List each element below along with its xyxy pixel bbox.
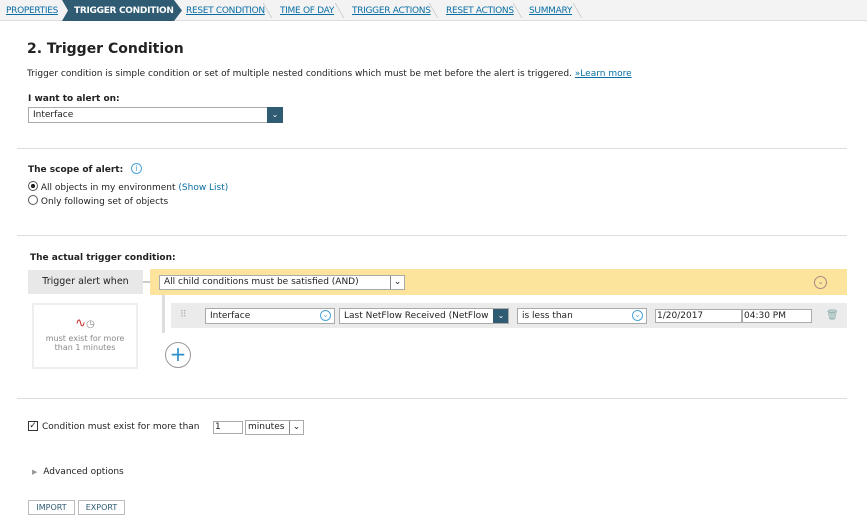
alert-on-label: I want to alert on: <box>28 94 120 104</box>
alert-on-select[interactable]: Interface ⌄ <box>28 107 283 123</box>
field-value: Last NetFlow Received (NetFlow <box>344 311 489 321</box>
chevron-down-icon: ⌄ <box>267 107 283 123</box>
collapse-icon[interactable]: ⌄ <box>814 276 827 289</box>
import-button[interactable]: IMPORT <box>28 500 75 515</box>
page-title: 2. Trigger Condition <box>27 41 184 57</box>
tree-line <box>162 295 165 333</box>
description: Trigger condition is simple condition or… <box>27 69 572 79</box>
scope-option-all[interactable]: All objects in my environment (Show List… <box>28 181 228 193</box>
group-logic-select[interactable]: All child conditions must be satisfied (… <box>159 275 405 290</box>
chevron-down-icon: ⌄ <box>493 309 508 323</box>
date-input[interactable]: 1/20/2017 <box>655 309 742 323</box>
divider <box>17 148 847 149</box>
advanced-options-label: Advanced options <box>43 467 124 477</box>
duration-unit-select[interactable]: minutes ⌄ <box>245 420 304 435</box>
trash-icon[interactable]: 🗑 <box>826 310 839 321</box>
object-value: Interface <box>210 311 251 321</box>
trigger-when-label: Trigger alert when <box>28 270 143 294</box>
step-properties[interactable]: PROPERTIES <box>6 0 58 21</box>
show-list-link[interactable]: (Show List) <box>178 183 228 193</box>
add-condition-button[interactable]: + <box>165 342 191 368</box>
group-logic-value: All child conditions must be satisfied (… <box>164 277 359 287</box>
drag-handle-icon[interactable]: ⠿ <box>180 310 187 320</box>
chevron-down-icon: ⌄ <box>289 421 303 434</box>
radio-checked[interactable] <box>28 181 38 191</box>
operator-select[interactable]: is less than ⌄ <box>517 308 647 324</box>
duration-input[interactable]: 1 <box>213 421 243 434</box>
learn-more-link[interactable]: »Learn more <box>575 69 632 79</box>
trigger-label: The actual trigger condition: <box>30 253 176 263</box>
alert-on-value: Interface <box>33 110 74 120</box>
field-select[interactable]: Last NetFlow Received (NetFlow ⌄ <box>339 308 509 324</box>
divider <box>17 398 847 399</box>
wizard-breadcrumb: PROPERTIES TRIGGER CONDITION RESET CONDI… <box>0 0 867 21</box>
chevron-down-icon: ⌄ <box>390 276 404 289</box>
radio-unchecked[interactable] <box>28 195 38 205</box>
duration-unit-value: minutes <box>248 422 285 432</box>
scope-option-following-label: Only following set of objects <box>40 197 169 207</box>
step-trigger-condition[interactable]: TRIGGER CONDITION <box>62 0 182 21</box>
chevron-down-icon: ⌄ <box>632 310 643 321</box>
caret-right-icon: ▶ <box>32 468 38 476</box>
summary-text: must exist for more than 1 minutes <box>45 334 125 352</box>
chevron-down-icon: ⌄ <box>320 310 331 321</box>
export-button[interactable]: EXPORT <box>78 500 125 515</box>
condition-exist-label: Condition must exist for more than <box>42 422 200 432</box>
scope-label: The scope of alert: <box>28 165 124 175</box>
divider <box>17 235 847 236</box>
scope-option-all-label: All objects in my environment <box>40 183 176 193</box>
condition-exist-checkbox[interactable]: ✓ <box>28 421 38 431</box>
info-icon[interactable]: i <box>131 163 142 174</box>
operator-value: is less than <box>522 311 573 321</box>
advanced-options-toggle[interactable]: ▶ Advanced options <box>32 467 124 477</box>
time-input[interactable]: 04:30 PM <box>742 309 812 323</box>
scope-option-following[interactable]: Only following set of objects <box>28 195 168 207</box>
object-select[interactable]: Interface ⌄ <box>205 308 335 324</box>
condition-wave-icon: ∿◷ <box>75 316 95 331</box>
summary-card: ∿◷ must exist for more than 1 minutes <box>32 303 138 369</box>
